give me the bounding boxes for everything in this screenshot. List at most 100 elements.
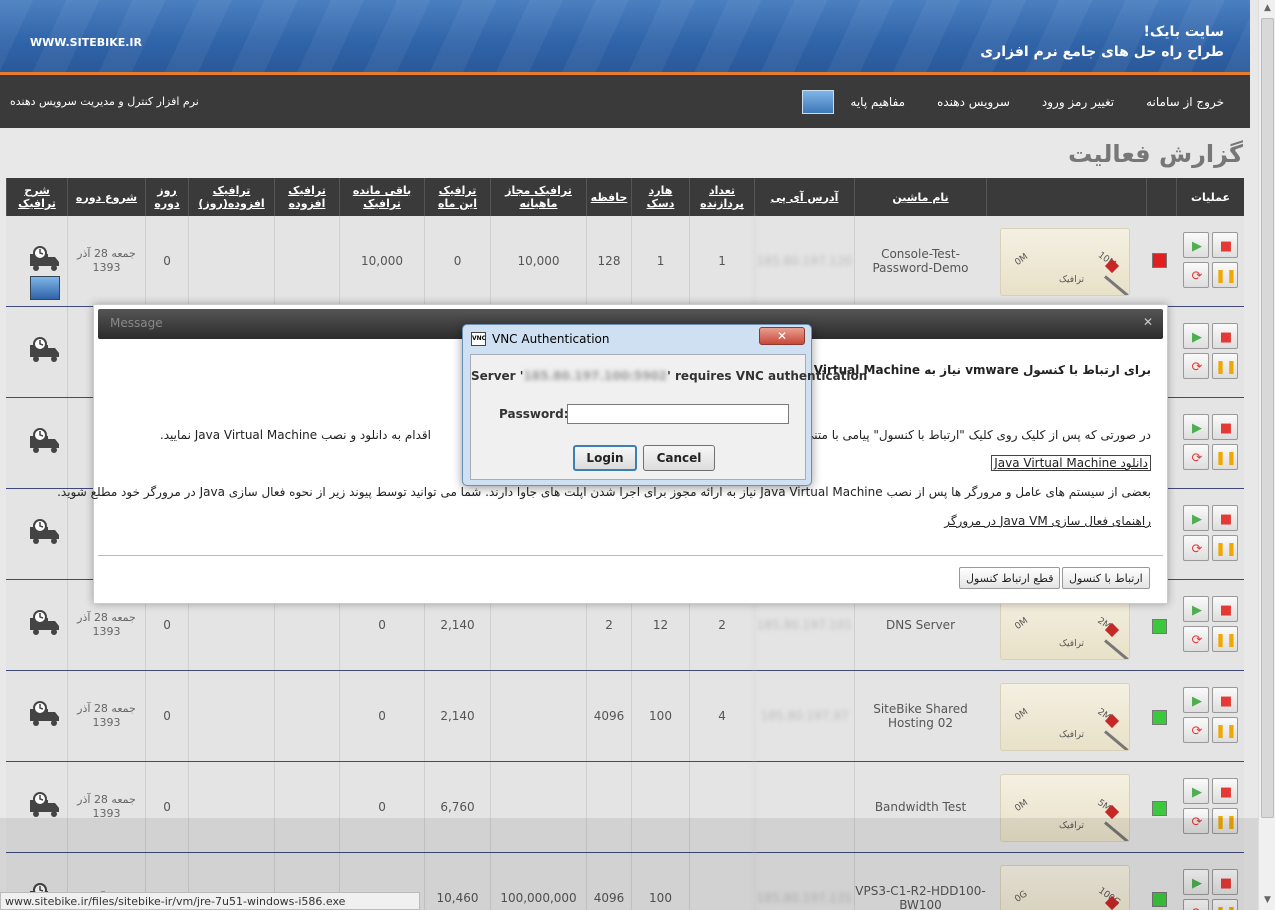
start-button[interactable]: ▶ <box>1183 232 1209 258</box>
table-header: عملیات نام ماشین آدرس آی پی تعداد پردازن… <box>6 178 1244 216</box>
vnc-titlebar[interactable]: VNC VNC Authentication ✕ <box>463 325 811 353</box>
vnc-msg-suffix: ' requires VNC authentication <box>667 369 868 383</box>
col-gauge <box>986 178 1146 216</box>
pause-button[interactable]: ❚❚ <box>1212 626 1238 652</box>
traffic-truck-icon[interactable] <box>28 246 62 272</box>
pause-button[interactable]: ❚❚ <box>1212 353 1238 379</box>
restart-button[interactable]: ⟳ <box>1183 535 1209 561</box>
gauge-low-label: 0M <box>1013 252 1031 268</box>
stop-button[interactable]: ■ <box>1212 323 1238 349</box>
stop-button[interactable]: ■ <box>1212 778 1238 804</box>
vnc-panel: Server '185.80.197.100:5902' requires VN… <box>470 354 867 480</box>
traffic-truck-icon[interactable] <box>28 519 62 545</box>
scroll-down-icon[interactable]: ▼ <box>1262 895 1273 907</box>
cell-start: جمعه 28 آذر 1393 <box>67 671 145 761</box>
start-button[interactable]: ▶ <box>1183 505 1209 531</box>
restart-icon: ⟳ <box>1191 723 1203 739</box>
restart-button[interactable]: ⟳ <box>1183 717 1209 743</box>
start-button[interactable]: ▶ <box>1183 596 1209 622</box>
page-scrollbar[interactable]: ▲ ▼ <box>1258 0 1275 910</box>
cell-name: Console-Test-Password-Demo <box>854 216 986 306</box>
stop-button[interactable]: ■ <box>1212 596 1238 622</box>
gauge-low-label: 0M <box>1013 707 1031 723</box>
page-title: گزارش فعالیت <box>1068 140 1243 168</box>
dialog-close-icon[interactable]: ✕ <box>1143 315 1153 329</box>
nav-home-icon[interactable] <box>802 89 835 114</box>
col-month-traffic[interactable]: ترافیک این ماه <box>424 178 490 216</box>
restart-button[interactable]: ⟳ <box>1183 626 1209 652</box>
restart-button[interactable]: ⟳ <box>1183 262 1209 288</box>
play-icon: ▶ <box>1192 420 1202 436</box>
pause-button[interactable]: ❚❚ <box>1212 535 1238 561</box>
traffic-gauge: 0M 2M ترافیک <box>1000 683 1130 751</box>
cell-disk: 1 <box>631 216 689 306</box>
traffic-truck-icon[interactable] <box>28 610 62 636</box>
status-indicator <box>1152 801 1167 816</box>
restart-button[interactable]: ⟳ <box>1183 444 1209 470</box>
col-monthly[interactable]: ترافیک مجاز ماهیانه <box>490 178 586 216</box>
gauge-low-label: 0M <box>1013 798 1031 814</box>
nav-item-servers[interactable]: سرویس دهنده <box>921 95 1026 109</box>
pause-button[interactable]: ❚❚ <box>1212 262 1238 288</box>
pause-button[interactable]: ❚❚ <box>1212 717 1238 743</box>
cancel-button[interactable]: Cancel <box>643 445 715 471</box>
restart-icon: ⟳ <box>1191 268 1203 284</box>
traffic-truck-icon[interactable] <box>28 337 62 363</box>
nav-item-change-password[interactable]: تغییر رمز ورود <box>1026 95 1130 109</box>
col-added[interactable]: ترافیک افزوده <box>274 178 339 216</box>
col-ip[interactable]: آدرس آی پی <box>754 178 854 216</box>
cell-month-traffic: 0 <box>424 216 490 306</box>
pause-icon: ❚❚ <box>1215 268 1237 284</box>
java-guide-link[interactable]: راهنمای فعال سازی Java VM در مرورگر <box>944 514 1151 528</box>
status-indicator <box>1152 619 1167 634</box>
scroll-up-icon[interactable]: ▲ <box>1262 3 1273 15</box>
stop-button[interactable]: ■ <box>1212 687 1238 713</box>
col-cpu[interactable]: تعداد پردازنده <box>689 178 754 216</box>
scroll-thumb[interactable] <box>1261 18 1274 818</box>
col-added-daily[interactable]: ترافیک افزوده(روز) <box>188 178 274 216</box>
browser-status-bar: www.sitebike.ir/files/sitebike-ir/vm/jre… <box>0 892 420 910</box>
site-url: WWW.SITEBIKE.IR <box>30 36 142 49</box>
traffic-truck-icon[interactable] <box>28 428 62 454</box>
col-ram[interactable]: حافظه <box>586 178 631 216</box>
cell-added-daily <box>188 671 274 761</box>
start-button[interactable]: ▶ <box>1183 323 1209 349</box>
disconnect-console-button[interactable]: قطع ارتباط کنسول <box>959 567 1061 589</box>
start-button[interactable]: ▶ <box>1183 778 1209 804</box>
col-start[interactable]: شروع دوره <box>67 178 145 216</box>
col-disk[interactable]: هارد دسک <box>631 178 689 216</box>
stop-button[interactable]: ■ <box>1212 505 1238 531</box>
connect-console-button[interactable]: ارتباط با کنسول <box>1062 567 1150 589</box>
vnc-close-button[interactable]: ✕ <box>759 327 805 345</box>
traffic-truck-icon[interactable] <box>28 792 62 818</box>
col-days[interactable]: روز دوره <box>145 178 188 216</box>
play-icon: ▶ <box>1192 238 1202 254</box>
main-nav: مفاهیم پایه سرویس دهنده تغییر رمز ورود خ… <box>0 75 1250 128</box>
cell-month-traffic: 2,140 <box>424 671 490 761</box>
stop-button[interactable]: ■ <box>1212 414 1238 440</box>
gauge-needle <box>1104 275 1129 295</box>
site-title: سایت بایک! طراح راه حل های جامع نرم افزا… <box>980 22 1224 62</box>
stop-button[interactable]: ■ <box>1212 232 1238 258</box>
pause-icon: ❚❚ <box>1215 450 1237 466</box>
password-input[interactable] <box>567 404 789 424</box>
start-button[interactable]: ▶ <box>1183 687 1209 713</box>
cell-monthly: 10,000 <box>490 216 586 306</box>
login-button[interactable]: Login <box>573 445 637 471</box>
pause-icon: ❚❚ <box>1215 541 1237 557</box>
nav-item-basics[interactable]: مفاهیم پایه <box>834 95 921 109</box>
col-remaining[interactable]: باقی مانده ترافیک <box>339 178 424 216</box>
pause-button[interactable]: ❚❚ <box>1212 444 1238 470</box>
cell-name: SiteBike Shared Hosting 02 <box>854 671 986 761</box>
traffic-truck-icon[interactable] <box>28 701 62 727</box>
col-machine[interactable]: نام ماشین <box>854 178 986 216</box>
download-jvm-link[interactable]: دانلود Java Virtual Machine <box>991 455 1151 471</box>
restart-button[interactable]: ⟳ <box>1183 353 1209 379</box>
status-indicator <box>1152 253 1167 268</box>
stop-icon: ■ <box>1219 420 1233 436</box>
nav-item-logout[interactable]: خروج از سامانه <box>1130 95 1240 109</box>
restart-icon: ⟳ <box>1191 541 1203 557</box>
console-icon[interactable] <box>30 276 60 300</box>
start-button[interactable]: ▶ <box>1183 414 1209 440</box>
play-icon: ▶ <box>1192 602 1202 618</box>
